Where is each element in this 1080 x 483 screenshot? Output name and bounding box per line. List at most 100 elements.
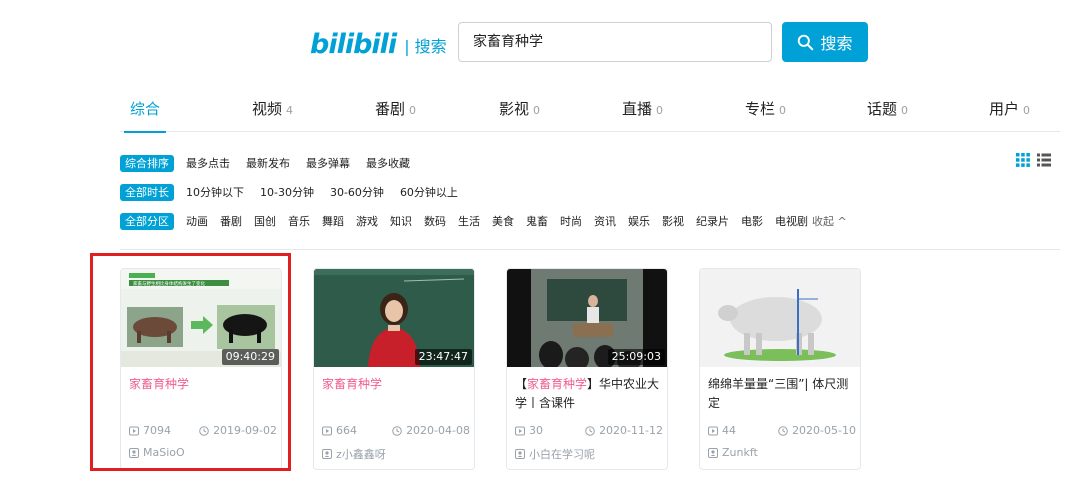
duration-option[interactable]: 10-30分钟 <box>260 184 314 200</box>
video-title[interactable]: 家畜育种学 <box>322 375 470 394</box>
play-count-value: 44 <box>722 424 736 437</box>
logo-search-label: | 搜索 <box>404 37 447 56</box>
uploader[interactable]: 小白在学习呢 <box>515 446 595 462</box>
tab-label: 综合 <box>130 100 161 118</box>
zone-option[interactable]: 游戏 <box>356 213 378 229</box>
zone-option[interactable]: 数码 <box>424 213 446 229</box>
zone-option[interactable]: 资讯 <box>594 213 616 229</box>
video-card[interactable]: 23:47:47 家畜育种学 664 2020-04-08 z小鑫鑫呀 <box>313 268 475 470</box>
tab-movie[interactable]: 影视 0 <box>499 98 540 132</box>
bilibili-logo[interactable]: bilibili | 搜索 <box>310 26 447 60</box>
video-card[interactable]: 25:09:03 【家畜育种学】华中农业大学丨含课件 30 2020-11-12… <box>506 268 668 470</box>
upload-date-value: 2020-05-10 <box>792 424 856 437</box>
play-count-value: 30 <box>529 424 543 437</box>
zone-filter-row: 全部分区 动画 番剧 国创 音乐 舞蹈 游戏 知识 数码 生活 美食 鬼畜 时尚… <box>120 212 847 230</box>
sort-filter-row: 综合排序 最多点击 最新发布 最多弹幕 最多收藏 <box>120 154 426 172</box>
title-prefix: 【 <box>515 377 528 391</box>
duration-filter-row: 全部时长 10分钟以下 10-30分钟 30-60分钟 60分钟以上 <box>120 183 474 201</box>
video-thumbnail[interactable]: 25:09:03 <box>507 269 667 367</box>
zone-option[interactable]: 番剧 <box>220 213 242 229</box>
search-button[interactable]: 搜索 <box>782 22 868 62</box>
video-title[interactable]: 绵绵羊量量“三围”| 体尺测定 <box>708 375 856 413</box>
title-keyword: 家畜育种学 <box>527 377 588 391</box>
tab-live[interactable]: 直播 0 <box>622 98 663 132</box>
tab-count: 0 <box>1023 104 1031 117</box>
clock-icon <box>585 425 595 436</box>
duration-option[interactable]: 30-60分钟 <box>330 184 384 200</box>
tab-label: 专栏 <box>745 100 776 118</box>
search-input[interactable]: 家畜育种学 <box>458 22 772 62</box>
zone-option[interactable]: 知识 <box>390 213 412 229</box>
duration-option[interactable]: 60分钟以上 <box>400 184 458 200</box>
upload-date-value: 2020-04-08 <box>406 424 470 437</box>
grid-view-icon[interactable] <box>1016 153 1030 167</box>
uploader[interactable]: Zunkft <box>708 446 758 459</box>
zone-option[interactable]: 国创 <box>254 213 276 229</box>
tab-topic[interactable]: 话题 0 <box>867 98 908 132</box>
zone-option[interactable]: 音乐 <box>288 213 310 229</box>
sort-default-pill[interactable]: 综合排序 <box>120 154 174 172</box>
zone-option[interactable]: 时尚 <box>560 213 582 229</box>
upload-date: 2020-05-10 <box>778 424 856 437</box>
zone-option[interactable]: 舞蹈 <box>322 213 344 229</box>
sort-option[interactable]: 最多点击 <box>186 155 230 171</box>
tab-count: 0 <box>779 104 787 117</box>
filter-divider <box>120 249 1060 250</box>
tab-count: 0 <box>409 104 417 117</box>
zone-option[interactable]: 影视 <box>662 213 684 229</box>
video-meta: 44 2020-05-10 <box>708 424 856 437</box>
logo-wordmark: bilibili <box>310 29 397 60</box>
upload-date: 2020-04-08 <box>392 424 470 437</box>
selection-highlight-box <box>90 253 291 471</box>
tab-label: 用户 <box>989 100 1020 118</box>
zone-option[interactable]: 娱乐 <box>628 213 650 229</box>
zone-option[interactable]: 电视剧 <box>775 213 808 229</box>
sort-option[interactable]: 最多收藏 <box>366 155 410 171</box>
list-view-icon[interactable] <box>1037 153 1051 167</box>
uploader-name: Zunkft <box>722 446 758 459</box>
uploader[interactable]: z小鑫鑫呀 <box>322 446 386 462</box>
video-duration: 25:09:03 <box>607 349 665 365</box>
zone-option[interactable]: 鬼畜 <box>526 213 548 229</box>
play-icon <box>708 426 718 435</box>
upload-date-value: 2020-11-12 <box>599 424 663 437</box>
zone-option[interactable]: 纪录片 <box>696 213 729 229</box>
collapse-zones-button[interactable]: 收起 ^ <box>812 213 847 229</box>
tab-label: 视频 <box>252 100 283 118</box>
video-title[interactable]: 【家畜育种学】华中农业大学丨含课件 <box>515 375 663 413</box>
uploader-name: 小白在学习呢 <box>529 448 595 461</box>
video-duration: 23:47:47 <box>414 349 472 365</box>
sheep-thumbnail-image <box>700 269 860 367</box>
zone-all-pill[interactable]: 全部分区 <box>120 212 174 230</box>
video-thumbnail[interactable]: 23:47:47 <box>314 269 474 367</box>
play-count: 30 <box>515 424 543 437</box>
tab-article[interactable]: 专栏 0 <box>745 98 786 132</box>
search-icon <box>798 34 814 50</box>
zone-option[interactable]: 电影 <box>741 213 763 229</box>
duration-all-pill[interactable]: 全部时长 <box>120 183 174 201</box>
video-thumbnail[interactable] <box>700 269 860 367</box>
uploader-name: z小鑫鑫呀 <box>336 448 386 461</box>
tab-bangumi[interactable]: 番剧 0 <box>375 98 416 132</box>
play-count-value: 664 <box>336 424 357 437</box>
tab-count: 0 <box>533 104 541 117</box>
tab-label: 影视 <box>499 100 530 118</box>
sort-option[interactable]: 最多弹幕 <box>306 155 350 171</box>
zone-option[interactable]: 动画 <box>186 213 208 229</box>
tab-user[interactable]: 用户 0 <box>989 98 1030 132</box>
tab-all[interactable]: 综合 <box>123 98 167 133</box>
sort-option[interactable]: 最新发布 <box>246 155 290 171</box>
play-count: 664 <box>322 424 357 437</box>
tab-video[interactable]: 视频 4 <box>252 98 293 132</box>
video-card[interactable]: 绵绵羊量量“三围”| 体尺测定 44 2020-05-10 Zunkft <box>699 268 861 470</box>
duration-option[interactable]: 10分钟以下 <box>186 184 244 200</box>
tab-label: 番剧 <box>375 100 406 118</box>
clock-icon <box>778 425 788 436</box>
tab-label: 话题 <box>867 100 898 118</box>
zone-option[interactable]: 美食 <box>492 213 514 229</box>
play-icon <box>515 426 525 435</box>
tab-count: 0 <box>656 104 664 117</box>
tab-count: 4 <box>286 104 294 117</box>
zone-option[interactable]: 生活 <box>458 213 480 229</box>
play-icon <box>322 426 332 435</box>
